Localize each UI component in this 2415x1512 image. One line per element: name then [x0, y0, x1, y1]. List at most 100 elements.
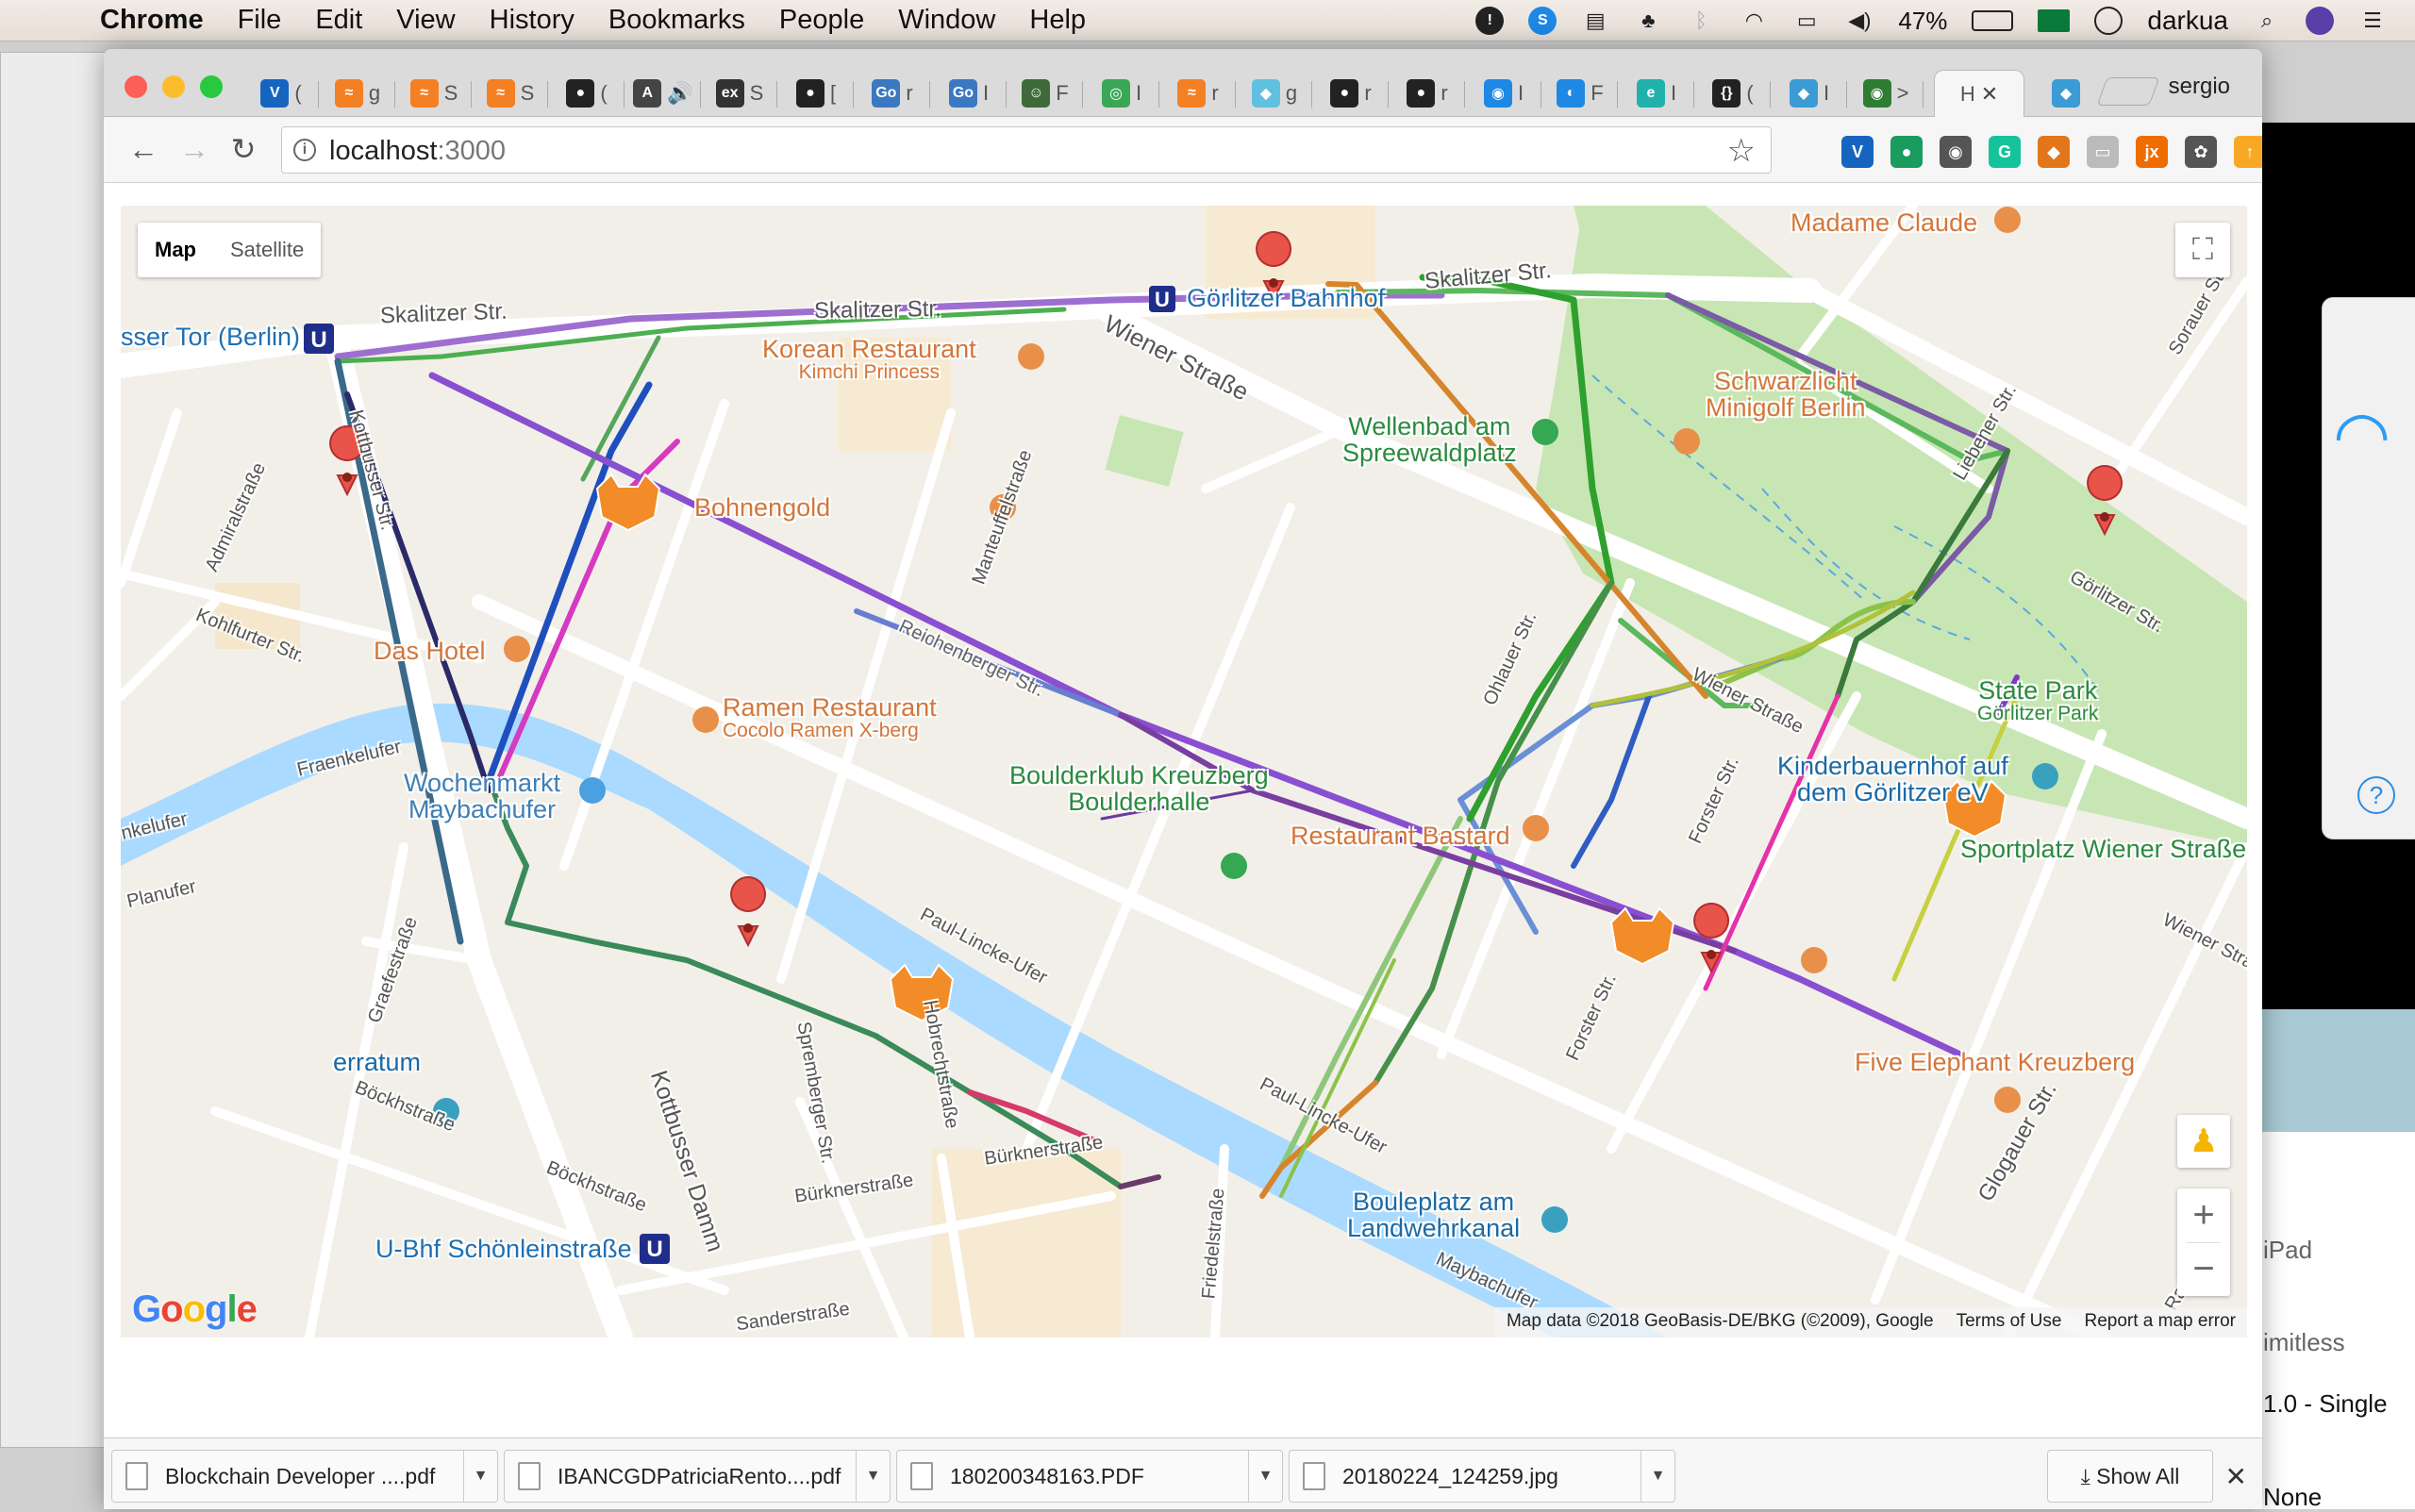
tab-item[interactable]: ex S: [702, 70, 777, 117]
tab-item[interactable]: V(: [243, 70, 319, 117]
download-menu-chevron-icon[interactable]: ▼: [856, 1450, 890, 1503]
volume-icon[interactable]: ◀): [1845, 7, 1874, 35]
extension-icon[interactable]: jx: [2136, 136, 2168, 168]
tab-item[interactable]: ◐ F: [1542, 70, 1618, 117]
tab-item[interactable]: ☺ F: [1008, 70, 1083, 117]
poi-label-wochenmarkt[interactable]: Wochenmarkt Maybachufer: [404, 770, 560, 823]
report-map-error-link[interactable]: Report a map error: [2084, 1311, 2236, 1334]
tab-item[interactable]: ●[: [778, 70, 854, 117]
close-window-button[interactable]: [125, 75, 147, 98]
site-info-icon[interactable]: i: [293, 139, 316, 161]
help-icon[interactable]: ?: [2357, 776, 2395, 814]
menu-edit[interactable]: Edit: [315, 5, 362, 36]
menu-user[interactable]: darkua: [2147, 6, 2228, 36]
download-menu-chevron-icon[interactable]: ▼: [463, 1450, 497, 1503]
poi-label-bouleplatz[interactable]: Bouleplatz am Landwehrkanal: [1347, 1188, 1520, 1242]
zoom-out-button[interactable]: −: [2177, 1242, 2230, 1296]
notification-center-icon[interactable]: ☰: [2358, 7, 2387, 35]
bluetooth-icon[interactable]: ᛒ: [1687, 7, 1715, 35]
skype-status-icon[interactable]: S: [1528, 7, 1557, 35]
extension-icon[interactable]: ◆: [2038, 136, 2070, 168]
menu-view[interactable]: View: [396, 5, 455, 36]
terms-of-use-link[interactable]: Terms of Use: [1957, 1311, 2062, 1334]
clock-icon[interactable]: [2094, 7, 2124, 35]
menu-people[interactable]: People: [779, 5, 864, 36]
siri-icon[interactable]: [2306, 7, 2334, 35]
extension-icon[interactable]: ◉: [1940, 136, 1972, 168]
bookmark-star-icon[interactable]: ☆: [1727, 132, 1756, 170]
tab-item[interactable]: ◆ g: [1237, 70, 1312, 117]
airplay-icon[interactable]: ▭: [1792, 7, 1821, 35]
extension-icon[interactable]: V: [1841, 136, 1874, 168]
new-tab-button[interactable]: [2096, 77, 2160, 106]
show-all-downloads-button[interactable]: ⤓ Show All: [2047, 1450, 2213, 1503]
tab-close-icon[interactable]: ✕: [1981, 82, 1998, 107]
tab-item[interactable]: eI: [1619, 70, 1694, 117]
profile-button[interactable]: sergio: [2169, 74, 2230, 100]
street-view-pegman-icon[interactable]: ♟: [2177, 1115, 2230, 1168]
poi-label-wellenbad[interactable]: Wellenbad am Spreewaldplatz: [1342, 413, 1517, 467]
poi-label-bohnengold[interactable]: Bohnengold: [694, 494, 830, 522]
menu-window[interactable]: Window: [898, 5, 995, 36]
close-downloads-icon[interactable]: ✕: [2225, 1461, 2247, 1492]
extension-icon[interactable]: ✿: [2185, 136, 2217, 168]
menu-app-name[interactable]: Chrome: [100, 5, 204, 36]
forward-button[interactable]: →: [175, 130, 213, 168]
tab-item[interactable]: ≈ g: [320, 70, 395, 117]
poi-label-madame-claude[interactable]: Madame Claude: [1790, 209, 1977, 237]
poi-label-korean-restaurant[interactable]: Korean Restaurant Kimchi Princess: [762, 336, 976, 383]
menu-help[interactable]: Help: [1029, 5, 1086, 36]
tab-item[interactable]: ● r: [1313, 70, 1389, 117]
tab-item[interactable]: ◉ I: [1466, 70, 1541, 117]
url-text[interactable]: localhost:3000: [329, 136, 506, 167]
tab-item[interactable]: ≈ S: [396, 70, 472, 117]
map-type-map-button[interactable]: Map: [138, 223, 213, 277]
extension-icon[interactable]: ●: [1890, 136, 1923, 168]
tab-item[interactable]: ◆ I: [1772, 70, 1847, 117]
poi-label-sportplatz[interactable]: Sportplatz Wiener Straße: [1960, 836, 2246, 863]
wifi-icon[interactable]: ◠: [1740, 7, 1768, 35]
evernote-status-icon[interactable]: ♣: [1634, 7, 1662, 35]
download-menu-chevron-icon[interactable]: ▼: [1248, 1450, 1282, 1503]
extension-icon[interactable]: ▭: [2087, 136, 2119, 168]
poi-label-ramen-restaurant[interactable]: Ramen Restaurant Cocolo Ramen X-berg: [723, 694, 937, 741]
menu-file[interactable]: File: [238, 5, 282, 36]
download-menu-chevron-icon[interactable]: ▼: [1641, 1450, 1674, 1503]
menu-history[interactable]: History: [490, 5, 575, 36]
poi-label-restaurant-bastard[interactable]: Restaurant Bastard: [1291, 822, 1510, 850]
tab-item[interactable]: {}(: [1695, 70, 1771, 117]
poi-label-kinderbauernhof[interactable]: Kinderbauernhof auf dem Görlitzer eV: [1777, 753, 2008, 806]
tab-item[interactable]: ●(: [549, 70, 625, 117]
back-button[interactable]: ←: [125, 130, 162, 168]
zoom-window-button[interactable]: [200, 75, 223, 98]
map-type-satellite-button[interactable]: Satellite: [213, 223, 321, 277]
tab-item[interactable]: ◎ I: [1084, 70, 1159, 117]
tab-active[interactable]: H ✕: [1934, 70, 2024, 117]
download-item[interactable]: Blockchain Developer ....pdf ▼: [111, 1450, 498, 1503]
tab-docker[interactable]: ◆: [2028, 70, 2104, 117]
poi-label-erratum[interactable]: erratum: [333, 1049, 421, 1076]
download-item[interactable]: 180200348163.PDF ▼: [896, 1450, 1283, 1503]
docker-status-icon[interactable]: ▤: [1581, 7, 1609, 35]
poi-label-das-hotel[interactable]: Das Hotel: [374, 638, 486, 665]
info-status-icon[interactable]: !: [1475, 7, 1505, 35]
tab-item[interactable]: ≈ r: [1160, 70, 1236, 117]
zoom-in-button[interactable]: +: [2177, 1188, 2230, 1242]
extension-icon[interactable]: G: [1989, 136, 2021, 168]
reload-button[interactable]: ↻: [225, 130, 262, 168]
spotlight-search-icon[interactable]: ⌕: [2253, 7, 2281, 35]
tab-item[interactable]: ◉ >: [1848, 70, 1924, 117]
download-item[interactable]: IBANCGDPatriciaRento....pdf ▼: [504, 1450, 891, 1503]
poi-label-five-elephant[interactable]: Five Elephant Kreuzberg: [1855, 1049, 2135, 1076]
download-item[interactable]: 20180224_124259.jpg ▼: [1289, 1450, 1675, 1503]
tab-item[interactable]: Go r: [855, 70, 930, 117]
tab-item[interactable]: ≈ S: [473, 70, 548, 117]
battery-icon[interactable]: [1972, 10, 2014, 31]
minimize-window-button[interactable]: [162, 75, 185, 98]
poi-label-schwarzlicht[interactable]: Schwarzlicht Minigolf Berlin: [1706, 368, 1866, 422]
menu-bookmarks[interactable]: Bookmarks: [608, 5, 745, 36]
tab-item[interactable]: ● r: [1390, 70, 1465, 117]
flag-portugal-icon[interactable]: [2038, 9, 2071, 32]
google-map[interactable]: U U U Skalitzer Str. Skalitzer Str. Skal…: [121, 206, 2247, 1338]
tab-item[interactable]: A 🔊: [625, 70, 701, 117]
